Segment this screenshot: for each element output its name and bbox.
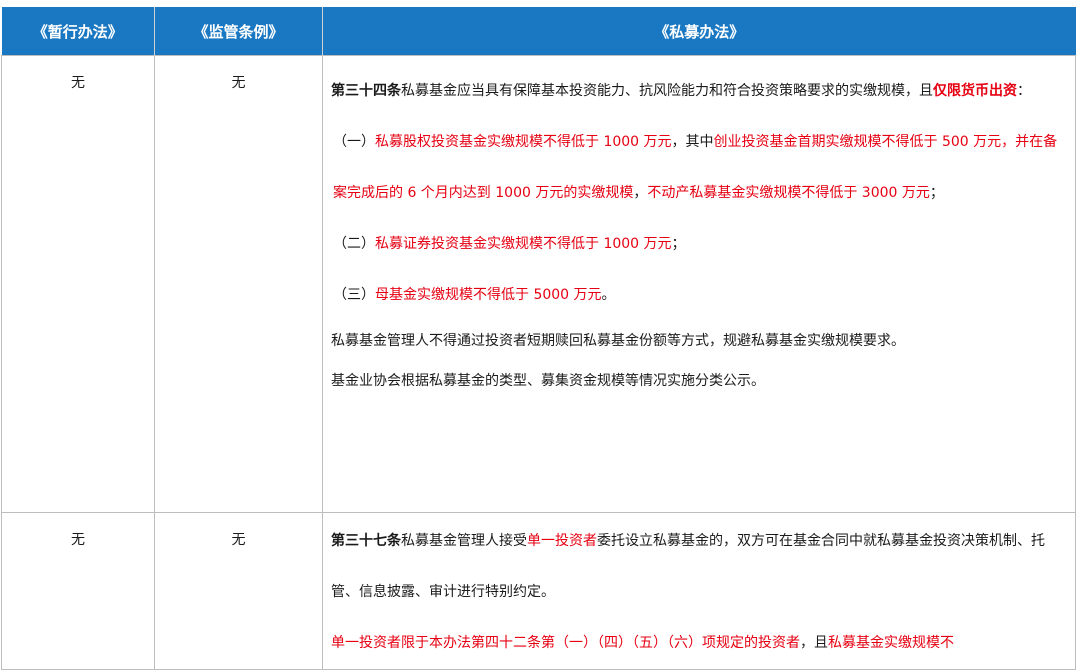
cell-interim-measures: 无 xyxy=(1,55,155,513)
article-34-paragraph-1: 私募基金管理人不得通过投资者短期赎回私募基金份额等方式，规避私募基金实缴规模要求… xyxy=(331,333,905,349)
cell-regulatory-ordinance: 无 xyxy=(154,512,323,670)
emphasis-single-investor: 单一投资者 xyxy=(527,533,597,549)
header-interim-measures: 《暂行办法》 xyxy=(1,7,155,56)
table-header-row: 《暂行办法》 《监管条例》 《私募办法》 xyxy=(1,7,1076,56)
article-34-item-3: （三）母基金实缴规模不得低于 5000 万元。 xyxy=(333,287,616,303)
header-regulatory-ordinance: 《监管条例》 xyxy=(154,7,323,56)
article-37-title: 第三十七条 xyxy=(331,533,401,549)
cell-regulatory-ordinance: 无 xyxy=(154,55,323,513)
emphasis-currency-only: 仅限货币出资 xyxy=(933,83,1017,99)
table-row: 无 无 第三十四条私募基金应当具有保障基本投资能力、抗风险能力和符合投资策略要求… xyxy=(1,55,1076,513)
article-34-intro: 第三十四条私募基金应当具有保障基本投资能力、抗风险能力和符合投资策略要求的实缴规… xyxy=(331,83,1031,99)
article-34-item-1: （一）私募股权投资基金实缴规模不得低于 1000 万元，其中创业投资基金首期实缴… xyxy=(333,134,1058,201)
header-private-fund-measures: 《私募办法》 xyxy=(322,7,1076,56)
article-34-paragraph-2: 基金业协会根据私募基金的类型、募集资金规模等情况实施分类公示。 xyxy=(331,373,765,389)
cell-interim-measures: 无 xyxy=(1,512,155,670)
article-34-title: 第三十四条 xyxy=(331,83,401,99)
cell-article-34: 第三十四条私募基金应当具有保障基本投资能力、抗风险能力和符合投资策略要求的实缴规… xyxy=(322,55,1076,513)
comparison-table: 《暂行办法》 《监管条例》 《私募办法》 无 无 第三十四条私募基金应当具有保障… xyxy=(1,7,1076,670)
article-34-item-2: （二）私募证券投资基金实缴规模不得低于 1000 万元； xyxy=(333,236,686,252)
article-37-intro: 第三十七条私募基金管理人接受单一投资者委托设立私募基金的，双方可在基金合同中就私… xyxy=(331,533,1045,600)
table-row: 无 无 第三十七条私募基金管理人接受单一投资者委托设立私募基金的，双方可在基金合… xyxy=(1,512,1076,670)
cell-article-37: 第三十七条私募基金管理人接受单一投资者委托设立私募基金的，双方可在基金合同中就私… xyxy=(322,512,1076,670)
